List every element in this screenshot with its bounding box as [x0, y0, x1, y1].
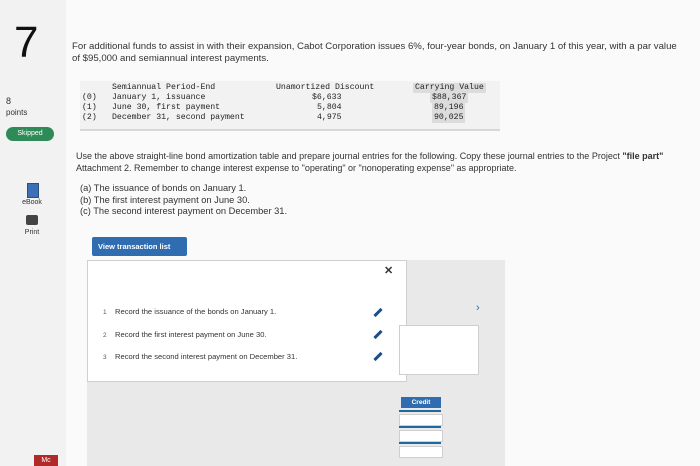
- chevron-right-icon[interactable]: ›: [476, 302, 480, 314]
- credit-cell[interactable]: [399, 414, 443, 426]
- question-number: 7: [14, 18, 39, 67]
- row-2-carrying: 90,025: [432, 113, 466, 123]
- points-label: points: [6, 108, 28, 117]
- row-0-idx: (0): [82, 93, 97, 102]
- question-sidebar: 7 8 points Skipped eBook Print Mc: [0, 0, 62, 466]
- instructions-line2-pre: Project: [591, 151, 623, 161]
- transaction-number: 2: [103, 332, 107, 339]
- row-0-period: January 1, issuance: [112, 93, 206, 102]
- row-1-discount: 5,804: [317, 103, 342, 112]
- brand-logo: Mc: [34, 455, 58, 466]
- row-1-carrying: 89,196: [432, 103, 466, 113]
- view-transaction-list-button[interactable]: View transaction list: [92, 237, 187, 256]
- instructions: Use the above straight-line bond amortiz…: [76, 150, 676, 174]
- question-intro: For additional funds to assist in with t…: [72, 41, 677, 64]
- transaction-text: Record the first interest payment on Jun…: [115, 330, 267, 339]
- header-carrying: Carrying Value: [413, 83, 486, 93]
- header-discount: Unamortized Discount: [276, 83, 375, 92]
- requirements-list: (a) The issuance of bonds on January 1. …: [80, 183, 287, 218]
- requirement-a: (a) The issuance of bonds on January 1.: [80, 183, 247, 193]
- credit-column-header: Credit: [401, 397, 441, 408]
- transaction-item-1[interactable]: 1 Record the issuance of the bonds on Jan…: [103, 307, 276, 316]
- amortization-table: Semiannual Period-End Unamortized Discou…: [80, 81, 500, 129]
- row-0-discount: $6,633: [312, 93, 342, 102]
- ebook-link[interactable]: eBook: [14, 199, 50, 206]
- transaction-number: 3: [103, 354, 107, 361]
- instructions-line1: Use the above straight-line bond amortiz…: [76, 151, 590, 161]
- print-link[interactable]: Print: [14, 229, 50, 236]
- requirement-b: (b) The first interest payment on June 3…: [80, 194, 250, 205]
- instructions-line2-post: Attachment 2. Remember to change interes…: [76, 163, 517, 173]
- transaction-text: Record the second interest payment on De…: [115, 352, 298, 361]
- requirement-c: (c) The second interest payment on Decem…: [80, 206, 288, 216]
- points-value: 8: [6, 96, 12, 106]
- credit-divider: [399, 426, 441, 428]
- credit-cell[interactable]: [399, 430, 443, 442]
- row-0-carrying: $88,367: [430, 93, 469, 103]
- question-content: For additional funds to assist in with t…: [66, 0, 700, 466]
- transaction-text: Record the issuance of the bonds on Janu…: [115, 307, 277, 316]
- credit-divider: [399, 410, 441, 412]
- transaction-item-2[interactable]: 2 Record the first interest payment on Ju…: [103, 330, 267, 339]
- row-1-idx: (1): [82, 103, 97, 112]
- transaction-number: 1: [103, 309, 107, 316]
- journal-entry-box: [399, 325, 479, 375]
- skipped-badge: Skipped: [6, 127, 54, 141]
- row-2-idx: (2): [82, 113, 97, 122]
- instructions-file-part: "file part": [622, 151, 664, 161]
- credit-cell[interactable]: [399, 446, 443, 458]
- print-icon[interactable]: [26, 215, 38, 225]
- transaction-item-3[interactable]: 3 Record the second interest payment on D…: [103, 352, 297, 361]
- table-divider: [80, 129, 500, 131]
- credit-divider: [399, 442, 441, 444]
- header-period: Semiannual Period-End: [112, 83, 216, 92]
- row-2-discount: 4,975: [317, 113, 342, 122]
- ebook-icon[interactable]: [27, 183, 39, 198]
- close-icon[interactable]: ✕: [384, 264, 393, 277]
- transaction-list-panel: [87, 260, 407, 382]
- row-1-period: June 30, first payment: [112, 103, 221, 112]
- row-2-period: December 31, second payment: [112, 113, 245, 122]
